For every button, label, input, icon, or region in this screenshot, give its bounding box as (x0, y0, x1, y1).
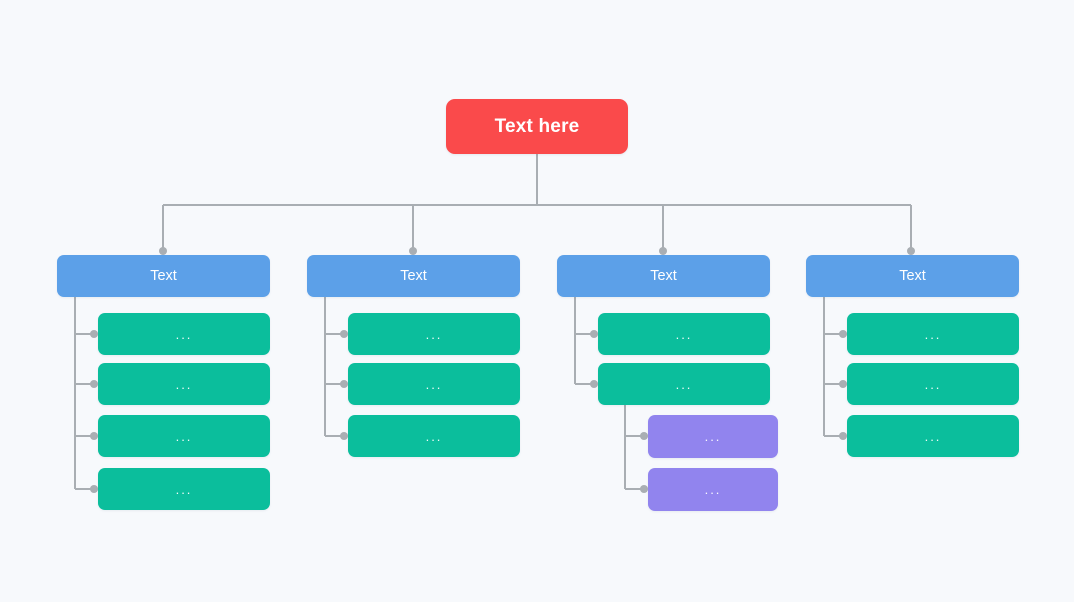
node-root[interactable]: Text here (446, 99, 628, 154)
connector-endpoint-dot (90, 330, 98, 338)
node-b1-c4-label: ... (175, 481, 193, 497)
node-b3-c2-d2[interactable]: ... (648, 468, 778, 511)
node-b3-c2-d2-label: ... (704, 482, 722, 497)
node-b4-c2-label: ... (924, 376, 942, 392)
node-b4-c3-label: ... (924, 428, 942, 444)
connector-endpoint-dot (159, 247, 167, 255)
node-b2-c3-label: ... (425, 428, 443, 444)
node-b1-c2-label: ... (175, 376, 193, 392)
node-b2-c1[interactable]: ... (348, 313, 520, 355)
node-b1-c1-label: ... (175, 326, 193, 342)
node-b1[interactable]: Text (57, 255, 270, 297)
node-b1-c4[interactable]: ... (98, 468, 270, 510)
node-b1-c2[interactable]: ... (98, 363, 270, 405)
connector-endpoint-dot (640, 432, 648, 440)
node-b4-label: Text (899, 267, 926, 284)
connector-endpoint-dot (90, 432, 98, 440)
connector-endpoint-dot (340, 330, 348, 338)
node-b1-label: Text (150, 267, 177, 284)
org-chart-canvas: Text here Text............ Text......... T… (0, 0, 1074, 602)
node-b4[interactable]: Text (806, 255, 1019, 297)
node-b1-c3-label: ... (175, 428, 193, 444)
node-b4-c1[interactable]: ... (847, 313, 1019, 355)
connector-endpoint-dot (340, 432, 348, 440)
connector-endpoint-dot (409, 247, 417, 255)
connector-endpoint-dot (590, 330, 598, 338)
node-b1-c3[interactable]: ... (98, 415, 270, 457)
node-b3-c2[interactable]: ... (598, 363, 770, 405)
connector-layer (74, 154, 915, 493)
connector-endpoint-dot (90, 380, 98, 388)
node-b2[interactable]: Text (307, 255, 520, 297)
node-b3-c2-d1[interactable]: ... (648, 415, 778, 458)
node-b2-c2-label: ... (425, 376, 443, 392)
connector-endpoint-dot (907, 247, 915, 255)
node-b3-c1[interactable]: ... (598, 313, 770, 355)
node-b4-c3[interactable]: ... (847, 415, 1019, 457)
connector-endpoint-dot (590, 380, 598, 388)
node-root-label: Text here (494, 116, 580, 137)
connector-endpoint-dot (340, 380, 348, 388)
node-b1-c1[interactable]: ... (98, 313, 270, 355)
connector-endpoint-dot (640, 485, 648, 493)
node-b4-c2[interactable]: ... (847, 363, 1019, 405)
node-b3-c1-label: ... (675, 326, 693, 342)
node-b3-label: Text (650, 267, 677, 284)
node-b3[interactable]: Text (557, 255, 770, 297)
connector-endpoint-dot (90, 485, 98, 493)
connector-endpoint-dot (839, 380, 847, 388)
node-b3-c2-d1-label: ... (704, 429, 722, 444)
node-b4-c1-label: ... (924, 326, 942, 342)
connector-endpoint-dot (839, 432, 847, 440)
node-b2-c1-label: ... (425, 326, 443, 342)
connector-endpoint-dot (839, 330, 847, 338)
node-b2-label: Text (400, 267, 427, 284)
node-b3-c2-label: ... (675, 376, 693, 392)
node-b2-c3[interactable]: ... (348, 415, 520, 457)
node-b2-c2[interactable]: ... (348, 363, 520, 405)
connector-endpoint-dot (659, 247, 667, 255)
